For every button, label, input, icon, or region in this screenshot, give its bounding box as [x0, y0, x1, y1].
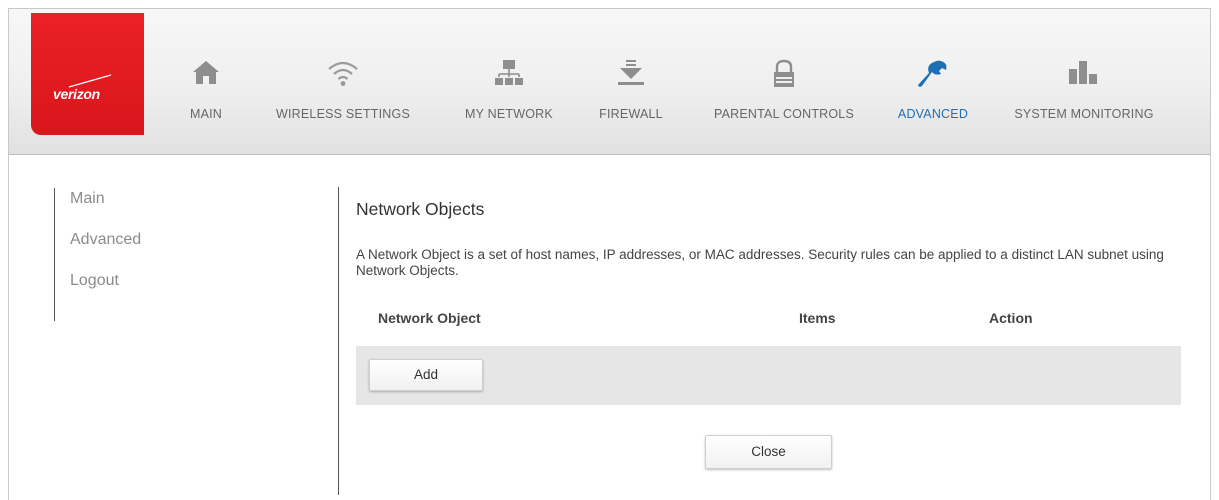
nav-label: ADVANCED	[897, 107, 969, 121]
home-icon	[193, 61, 219, 84]
column-header-network-object: Network Object	[378, 310, 481, 326]
table-header: Network Object Items Action	[356, 310, 1181, 334]
add-button[interactable]: Add	[369, 359, 483, 391]
nav-item-system-monitoring[interactable]: SYSTEM MONITORING	[999, 9, 1169, 155]
close-button[interactable]: Close	[705, 435, 832, 469]
main-content: Network Objects A Network Object is a se…	[356, 199, 1181, 469]
content-divider	[338, 187, 339, 495]
sidebar: Main Advanced Logout	[54, 188, 194, 321]
wifi-icon	[328, 61, 358, 86]
sidebar-item-logout[interactable]: Logout	[55, 270, 194, 311]
nav-item-my-network[interactable]: MY NETWORK	[453, 9, 565, 155]
nav-label: WIRELESS SETTINGS	[276, 107, 410, 121]
nav-item-wireless-settings[interactable]: WIRELESS SETTINGS	[267, 9, 419, 155]
sidebar-item-advanced[interactable]: Advanced	[55, 229, 194, 270]
lock-icon	[774, 59, 794, 87]
column-header-action: Action	[989, 310, 1033, 326]
table-row: Add	[356, 346, 1181, 405]
nav-item-main[interactable]: MAIN	[167, 9, 245, 155]
network-icon	[495, 60, 523, 85]
nav-label: FIREWALL	[599, 107, 663, 121]
nav-label: SYSTEM MONITORING	[1014, 107, 1154, 121]
router-admin-window: verizon MAIN WIRELESS SETTINGS MY NETWOR…	[8, 8, 1211, 500]
firewall-icon	[618, 60, 644, 85]
main-nav: MAIN WIRELESS SETTINGS MY NETWORK FIREWA…	[9, 9, 1210, 155]
column-header-items: Items	[799, 310, 836, 326]
nav-item-firewall[interactable]: FIREWALL	[589, 9, 673, 155]
nav-item-parental-controls[interactable]: PARENTAL CONTROLS	[699, 9, 869, 155]
wrench-icon	[918, 60, 947, 87]
sidebar-item-main[interactable]: Main	[55, 188, 194, 229]
page-description: A Network Object is a set of host names,…	[356, 247, 1164, 278]
page-title: Network Objects	[356, 199, 485, 219]
nav-label: MY NETWORK	[465, 107, 553, 121]
top-navigation-bar: verizon MAIN WIRELESS SETTINGS MY NETWOR…	[9, 9, 1210, 155]
nav-item-advanced[interactable]: ADVANCED	[885, 9, 981, 155]
nav-label: MAIN	[189, 107, 223, 121]
bar-chart-icon	[1069, 61, 1097, 84]
nav-label: PARENTAL CONTROLS	[714, 107, 854, 121]
